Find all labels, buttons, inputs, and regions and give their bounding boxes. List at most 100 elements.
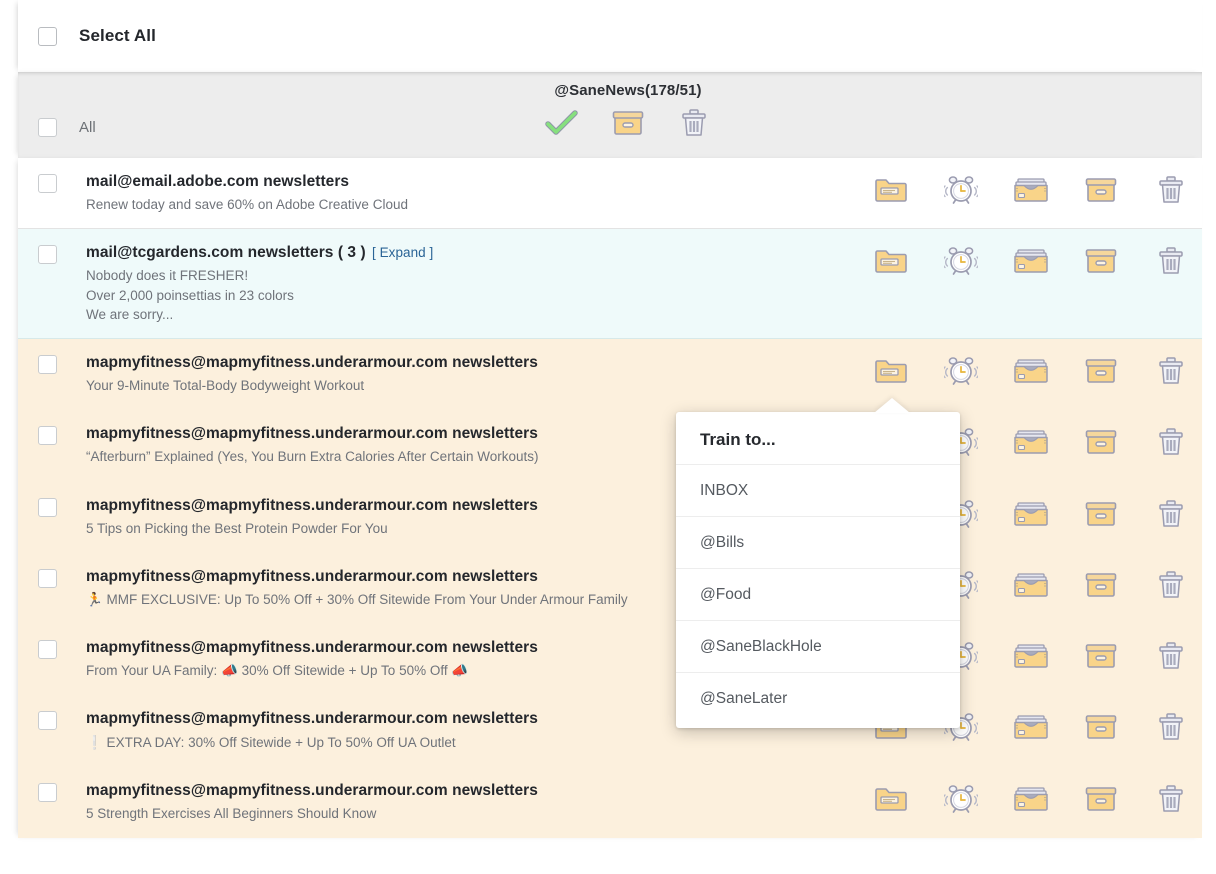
archive-box-icon[interactable] [1082,425,1120,459]
inbox-tray-icon[interactable] [1012,782,1050,816]
dropdown-item[interactable]: @Bills [676,517,960,569]
archive-box-icon[interactable] [1082,173,1120,207]
inbox-tray-icon[interactable] [1012,497,1050,531]
dropdown-arrow [874,398,910,413]
email-row[interactable]: mail@tcgardens.com newsletters ( 3 ) [ E… [18,229,1202,339]
archive-box-icon[interactable] [1082,639,1120,673]
email-row[interactable]: mapmyfitness@mapmyfitness.underarmour.co… [18,339,1202,410]
select-all-checkbox-wrap [38,27,57,46]
trash-icon[interactable] [1152,639,1190,673]
trash-icon[interactable] [1152,497,1190,531]
group-all-label: All [79,119,96,136]
row-sender: mapmyfitness@mapmyfitness.underarmour.co… [86,781,856,801]
row-checkbox-cell [18,567,86,588]
group-all-row: All [38,118,96,137]
row-checkbox[interactable] [38,426,57,445]
email-row[interactable]: mapmyfitness@mapmyfitness.underarmour.co… [18,767,1202,838]
trash-icon[interactable] [1152,354,1190,388]
archive-box-icon[interactable] [1082,710,1120,744]
select-all-checkbox[interactable] [38,27,57,46]
row-checkbox[interactable] [38,355,57,374]
row-sender: mapmyfitness@mapmyfitness.underarmour.co… [86,353,856,373]
trash-icon[interactable] [1152,710,1190,744]
row-subject-line: Nobody does it FRESHER! [86,266,656,285]
row-subject-line: 🏃 MMF EXCLUSIVE: Up To 50% Off + 30% Off… [86,590,656,609]
row-checkbox[interactable] [38,640,57,659]
email-row[interactable]: mapmyfitness@mapmyfitness.underarmour.co… [18,553,1202,624]
trash-icon[interactable] [1152,173,1190,207]
row-subjects: ❕ EXTRA DAY: 30% Off Sitewide + Up To 50… [86,733,656,752]
group-actions [448,106,808,140]
bottom-edge [0,858,1216,874]
archive-box-icon[interactable] [1082,497,1120,531]
dropdown-items: INBOX@Bills@Food@SaneBlackHole@SaneLater [676,465,960,728]
inbox-tray-icon[interactable] [1012,354,1050,388]
inbox-tray-icon[interactable] [1012,568,1050,602]
archive-box-icon[interactable] [1082,244,1120,278]
dropdown-item[interactable]: @SaneLater [676,673,960,728]
inbox-tray-icon[interactable] [1012,425,1050,459]
email-row[interactable]: mapmyfitness@mapmyfitness.underarmour.co… [18,482,1202,553]
row-subject-line: ❕ EXTRA DAY: 30% Off Sitewide + Up To 50… [86,733,656,752]
alarm-clock-icon[interactable] [942,782,980,816]
expand-link[interactable]: [ Expand ] [372,245,433,260]
folder-icon[interactable] [872,173,910,207]
check-icon[interactable] [543,106,581,140]
dropdown-item[interactable]: @SaneBlackHole [676,621,960,673]
row-sender: mail@email.adobe.com newsletters [86,172,856,192]
row-checkbox[interactable] [38,569,57,588]
row-checkbox-cell [18,638,86,659]
trash-icon[interactable] [1152,425,1190,459]
inbox-tray-icon[interactable] [1012,639,1050,673]
trash-icon[interactable] [1152,568,1190,602]
alarm-clock-icon[interactable] [942,244,980,278]
archive-box-icon[interactable] [1082,568,1120,602]
row-checkbox-cell [18,172,86,193]
row-subjects: 🏃 MMF EXCLUSIVE: Up To 50% Off + 30% Off… [86,590,656,609]
trash-icon[interactable] [675,106,713,140]
folder-icon[interactable] [872,244,910,278]
row-subject-line: We are sorry... [86,305,656,324]
alarm-clock-icon[interactable] [942,354,980,388]
row-checkbox[interactable] [38,783,57,802]
row-checkbox[interactable] [38,245,57,264]
trash-icon[interactable] [1152,244,1190,278]
archive-box-icon[interactable] [1082,354,1120,388]
row-subject-line: Renew today and save 60% on Adobe Creati… [86,195,656,214]
inbox-tray-icon[interactable] [1012,710,1050,744]
dropdown-title: Train to... [676,412,960,465]
dropdown-item[interactable]: @Food [676,569,960,621]
email-row[interactable]: mail@email.adobe.com newsletters Renew to… [18,158,1202,229]
email-row[interactable]: mapmyfitness@mapmyfitness.underarmour.co… [18,624,1202,695]
row-subject-line: Your 9-Minute Total-Body Bodyweight Work… [86,376,656,395]
row-sender: mail@tcgardens.com newsletters ( 3 ) [ E… [86,243,856,263]
email-row[interactable]: mapmyfitness@mapmyfitness.underarmour.co… [18,410,1202,481]
row-checkbox[interactable] [38,498,57,517]
row-subjects: 5 Tips on Picking the Best Protein Powde… [86,519,656,538]
archive-box-icon[interactable] [609,106,647,140]
email-list-app: Select All All @SaneNews(178/51) [0,0,1216,874]
row-checkbox-cell [18,496,86,517]
email-list: mail@email.adobe.com newsletters Renew to… [18,158,1202,838]
group-all-checkbox[interactable] [38,118,57,137]
row-checkbox[interactable] [38,174,57,193]
row-checkbox-cell [18,709,86,730]
row-subject-line: Over 2,000 poinsettias in 23 colors [86,286,656,305]
trash-icon[interactable] [1152,782,1190,816]
folder-icon[interactable] [872,354,910,388]
inbox-tray-icon[interactable] [1012,244,1050,278]
inbox-tray-icon[interactable] [1012,173,1050,207]
row-actions [872,243,1202,278]
row-text-cell: mapmyfitness@mapmyfitness.underarmour.co… [86,781,872,823]
folder-icon[interactable] [872,782,910,816]
dropdown-item[interactable]: INBOX [676,465,960,517]
archive-box-icon[interactable] [1082,782,1120,816]
row-subject-line: 5 Tips on Picking the Best Protein Powde… [86,519,656,538]
alarm-clock-icon[interactable] [942,173,980,207]
row-checkbox[interactable] [38,711,57,730]
select-all-bar: Select All [18,0,1202,72]
group-header-center: @SaneNews(178/51) [448,82,808,140]
row-subject-line: “Afterburn” Explained (Yes, You Burn Ext… [86,447,656,466]
email-row[interactable]: mapmyfitness@mapmyfitness.underarmour.co… [18,695,1202,766]
row-checkbox-cell [18,424,86,445]
